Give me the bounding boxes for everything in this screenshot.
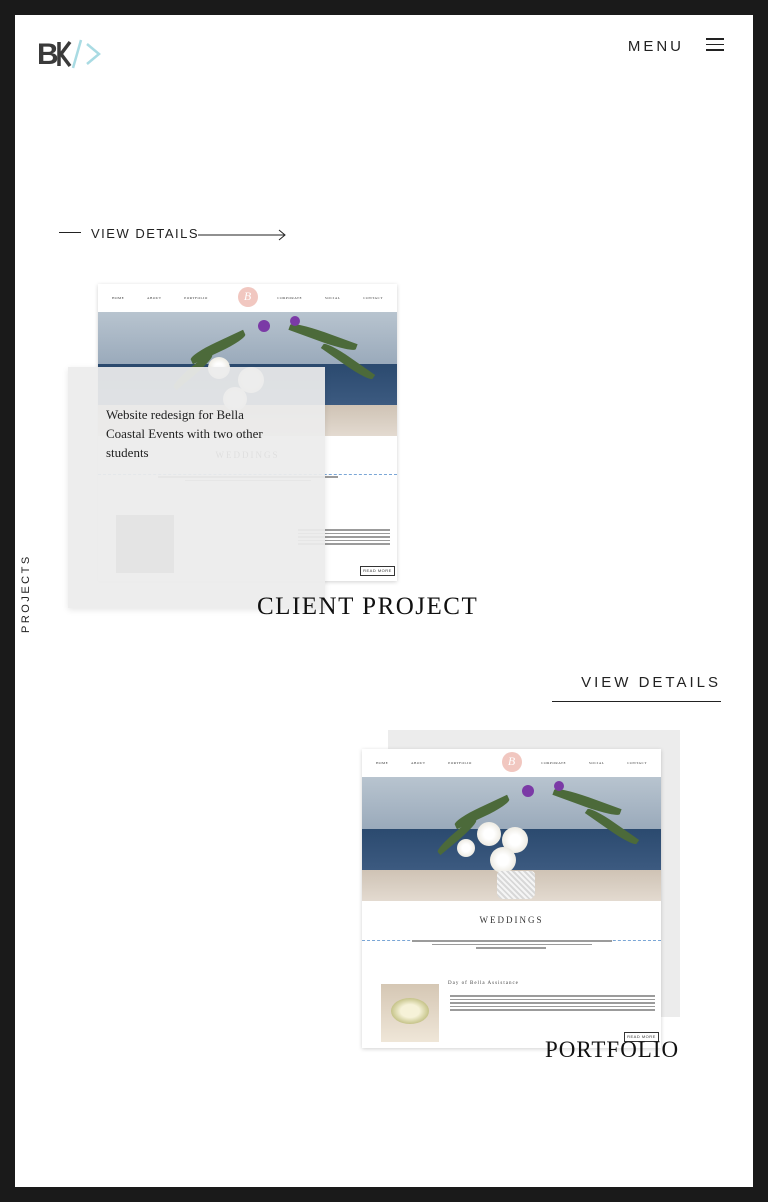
hamburger-menu-icon[interactable] — [706, 38, 724, 52]
mock-nav-item: PORTFOLIO — [184, 296, 208, 300]
projects-side-label: PROJECTS — [20, 554, 32, 633]
mock-nav-item: SOCIAL — [324, 296, 341, 300]
mock-nav: HOME ABOUT PORTFOLIO CORPORATE SOCIAL CO… — [98, 284, 397, 312]
project-description-card: Website redesign for Bella Coastal Event… — [68, 367, 325, 608]
mock-nav: HOME ABOUT PORTFOLIO CORPORATE SOCIAL CO… — [362, 749, 661, 777]
mock-nav-item: SOCIAL — [588, 761, 605, 765]
mock-heading: WEDDINGS — [479, 915, 544, 925]
mock-nav-item: CONTACT — [363, 296, 383, 300]
view-details-underline — [552, 701, 721, 702]
mock-nav-item: HOME — [376, 761, 389, 765]
mock-thumbnail — [381, 984, 439, 1042]
project-description: Website redesign for Bella Coastal Event… — [106, 407, 263, 460]
project-title-portfolio[interactable]: PORTFOLIO — [545, 1037, 679, 1063]
mock-logo-icon — [501, 752, 522, 772]
project-preview-portfolio[interactable]: HOME ABOUT PORTFOLIO CORPORATE SOCIAL CO… — [362, 749, 661, 1048]
hero-image — [362, 777, 661, 901]
svg-text:B: B — [37, 38, 59, 71]
mock-nav-item: CONTACT — [627, 761, 647, 765]
mock-nav-item: ABOUT — [147, 296, 162, 300]
mock-nav-item: HOME — [112, 296, 125, 300]
page-frame: B MENU PROJECTS VIEW DETAILS HOME ABOUT … — [15, 15, 753, 1187]
view-details-link[interactable]: VIEW DETAILS — [581, 674, 721, 691]
site-logo[interactable]: B — [37, 35, 107, 71]
mock-nav-item: CORPORATE — [277, 296, 303, 300]
mock-nav-item: ABOUT — [411, 761, 426, 765]
mock-nav-item: PORTFOLIO — [448, 761, 472, 765]
menu-button-label[interactable]: MENU — [628, 38, 684, 55]
arrow-right-icon[interactable] — [198, 228, 288, 242]
view-details-leading-line — [59, 232, 81, 233]
mock-logo-icon — [237, 287, 258, 307]
project-title-client[interactable]: CLIENT PROJECT — [257, 593, 478, 621]
mock-subheading: Day of Bella Assistance — [448, 981, 519, 986]
mock-nav-item: CORPORATE — [541, 761, 567, 765]
mock-read-more-button: READ MORE — [360, 566, 395, 576]
view-details-link[interactable]: VIEW DETAILS — [91, 226, 199, 241]
